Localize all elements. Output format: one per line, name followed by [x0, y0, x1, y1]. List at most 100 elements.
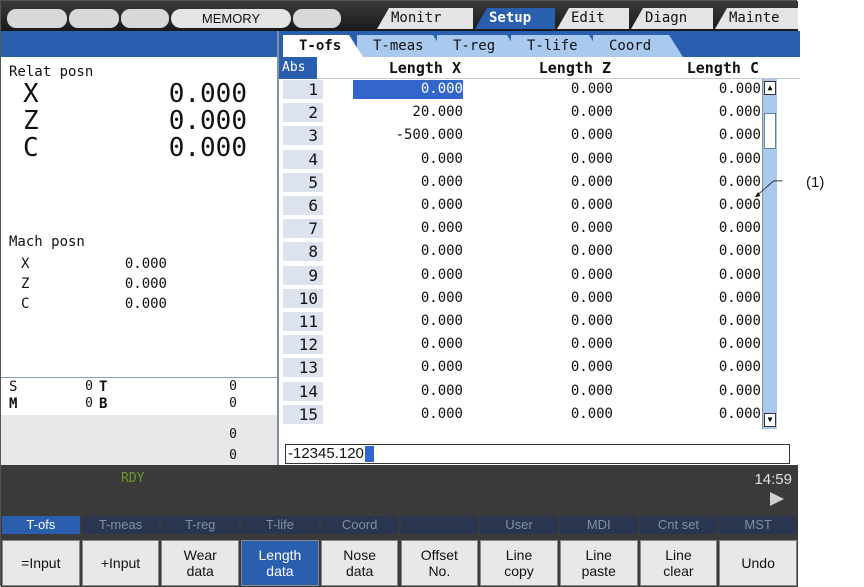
cell-length-z[interactable]: 0.000	[503, 289, 613, 308]
cell-length-x[interactable]: 0.000	[353, 242, 463, 261]
tab-diagn[interactable]: Diagn	[631, 8, 713, 29]
cell-length-z[interactable]: 0.000	[503, 358, 613, 377]
table-row[interactable]: 4 0.000 0.000 0.000	[279, 149, 761, 170]
cell-length-x[interactable]: 0.000	[353, 266, 463, 285]
table-row[interactable]: 10 0.000 0.000 0.000	[279, 288, 761, 309]
tab-setup[interactable]: Setup	[475, 8, 555, 29]
table-row[interactable]: 3 -500.000 0.000 0.000	[279, 125, 761, 146]
table-row[interactable]: 8 0.000 0.000 0.000	[279, 241, 761, 262]
menu-tab-t-life[interactable]: T-life	[241, 516, 319, 534]
table-row[interactable]: 1 0.000 0.000 0.000	[279, 79, 761, 100]
data-input-field[interactable]: -12345.120	[285, 444, 790, 464]
menu-button-wear-data[interactable]: Wear data	[161, 540, 240, 586]
cell-length-z[interactable]: 0.000	[503, 242, 613, 261]
table-row[interactable]: 14 0.000 0.000 0.000	[279, 381, 761, 402]
table-row[interactable]: 2 20.000 0.000 0.000	[279, 102, 761, 123]
cell-length-x[interactable]: 0.000	[353, 335, 463, 354]
cell-length-z[interactable]: 0.000	[503, 405, 613, 424]
menu-tab-empty[interactable]	[400, 516, 479, 534]
table-row[interactable]: 12 0.000 0.000 0.000	[279, 334, 761, 355]
cell-length-c[interactable]: 0.000	[651, 219, 761, 238]
next-menu-icon[interactable]	[770, 492, 784, 506]
menu-tab-t-meas[interactable]: T-meas	[81, 516, 160, 534]
cell-length-x[interactable]: 0.000	[353, 312, 463, 331]
cell-length-z[interactable]: 0.000	[503, 173, 613, 192]
cell-length-z[interactable]: 0.000	[503, 103, 613, 122]
menu-button-offset-no[interactable]: Offset No.	[400, 540, 479, 586]
cell-length-x[interactable]: 0.000	[353, 382, 463, 401]
cell-length-z[interactable]: 0.000	[503, 382, 613, 401]
table-row[interactable]: 15 0.000 0.000 0.000	[279, 404, 761, 425]
cell-length-z[interactable]: 0.000	[503, 126, 613, 145]
subtab-coord[interactable]: Coord	[593, 35, 683, 57]
cell-length-c[interactable]: 0.000	[651, 126, 761, 145]
table-row[interactable]: 13 0.000 0.000 0.000	[279, 357, 761, 378]
menu-button-line-copy[interactable]: Line copy	[480, 540, 558, 586]
cell-length-z[interactable]: 0.000	[503, 219, 613, 238]
menu-button-line-clear[interactable]: Line clear	[639, 540, 718, 586]
table-row[interactable]: 11 0.000 0.000 0.000	[279, 311, 761, 332]
cell-length-x[interactable]: 0.000	[353, 289, 463, 308]
cell-length-z[interactable]: 0.000	[503, 150, 613, 169]
menu-tab-mdi[interactable]: MDI	[559, 516, 638, 534]
cell-length-c[interactable]: 0.000	[651, 266, 761, 285]
subtab-t-meas[interactable]: T-meas	[357, 35, 447, 57]
cell-length-c[interactable]: 0.000	[651, 289, 761, 308]
cell-length-c[interactable]: 0.000	[651, 242, 761, 261]
menu-button-label: Line clear	[663, 547, 693, 579]
cell-length-c[interactable]: 0.000	[651, 382, 761, 401]
cell-length-z[interactable]: 0.000	[503, 196, 613, 215]
menu-button-input[interactable]: +Input	[81, 540, 160, 586]
cell-length-z[interactable]: 0.000	[503, 335, 613, 354]
menu-button-input[interactable]: =Input	[2, 540, 80, 586]
cell-length-x[interactable]: 0.000	[353, 358, 463, 377]
cell-length-c[interactable]: 0.000	[651, 150, 761, 169]
table-row[interactable]: 5 0.000 0.000 0.000	[279, 172, 761, 193]
tab-mainte[interactable]: Mainte	[715, 8, 798, 29]
cell-length-c[interactable]: 0.000	[651, 196, 761, 215]
cell-length-c[interactable]: 0.000	[651, 358, 761, 377]
subtab-t-reg[interactable]: T-reg	[437, 35, 521, 57]
menu-tab-coord[interactable]: Coord	[320, 516, 399, 534]
cell-length-c[interactable]: 0.000	[651, 103, 761, 122]
cell-length-x[interactable]: 0.000	[353, 219, 463, 238]
scroll-up-icon[interactable]: ▲	[764, 81, 776, 95]
table-row[interactable]: 7 0.000 0.000 0.000	[279, 218, 761, 239]
menu-button-undo[interactable]: Undo	[719, 540, 797, 586]
cell-length-c[interactable]: 0.000	[651, 312, 761, 331]
menu-tab-cnt-set[interactable]: Cnt set	[639, 516, 718, 534]
cell-length-c[interactable]: 0.000	[651, 173, 761, 192]
menu-button-length-data[interactable]: Length data	[241, 540, 319, 586]
scroll-down-icon[interactable]: ▼	[764, 413, 776, 427]
table-row[interactable]: 9 0.000 0.000 0.000	[279, 265, 761, 286]
cell-length-z[interactable]: 0.000	[503, 266, 613, 285]
cell-length-x[interactable]: 20.000	[353, 103, 463, 122]
menu-label-line2: data	[186, 563, 214, 579]
cell-length-x[interactable]: 0.000	[353, 80, 463, 99]
divider	[1, 377, 277, 378]
menu-tab-user[interactable]: User	[480, 516, 558, 534]
scroll-thumb[interactable]	[764, 113, 776, 149]
cell-length-x[interactable]: 0.000	[353, 150, 463, 169]
cell-length-c[interactable]: 0.000	[651, 335, 761, 354]
menu-button-label: Length data	[259, 547, 302, 579]
cell-length-x[interactable]: 0.000	[353, 173, 463, 192]
subtab-t-ofs[interactable]: T-ofs	[283, 35, 363, 57]
cell-length-x[interactable]: 0.000	[353, 196, 463, 215]
table-row[interactable]: 6 0.000 0.000 0.000	[279, 195, 761, 216]
cell-length-x[interactable]: -500.000	[353, 126, 463, 145]
menu-button-nose-data[interactable]: Nose data	[320, 540, 399, 586]
tab-edit[interactable]: Edit	[557, 8, 629, 29]
menu-tab-t-reg[interactable]: T-reg	[161, 516, 240, 534]
menu-button-line-paste[interactable]: Line paste	[559, 540, 638, 586]
menu-tab-t-ofs[interactable]: T-ofs	[2, 516, 80, 534]
cell-length-c[interactable]: 0.000	[651, 80, 761, 99]
cell-length-c[interactable]: 0.000	[651, 405, 761, 424]
cell-length-z[interactable]: 0.000	[503, 312, 613, 331]
cell-length-x[interactable]: 0.000	[353, 405, 463, 424]
subtab-t-life[interactable]: T-life	[511, 35, 603, 57]
tab-monitr[interactable]: Monitr	[377, 8, 473, 29]
menu-tab-mst[interactable]: MST	[719, 516, 797, 534]
cell-length-z[interactable]: 0.000	[503, 80, 613, 99]
vertical-scrollbar[interactable]: ▲ ▼	[762, 79, 777, 429]
